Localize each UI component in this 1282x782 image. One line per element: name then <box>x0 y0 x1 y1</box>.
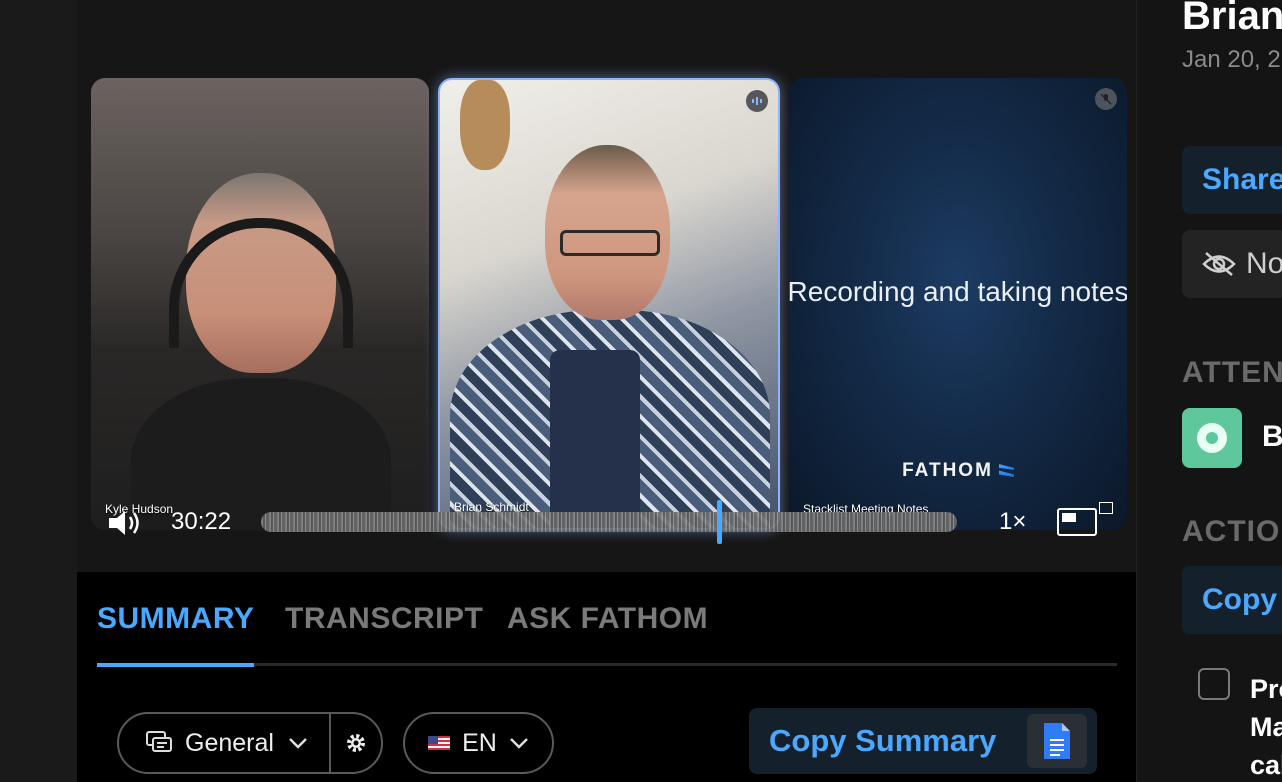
tab-ask-fathom[interactable]: ASK FATHOM <box>507 602 708 636</box>
chevron-down-icon <box>289 738 307 749</box>
guitar-decoration <box>460 80 510 170</box>
picture-in-picture-icon[interactable] <box>1057 508 1097 536</box>
avatar-icon <box>1197 423 1227 453</box>
copy-summary-label: Copy Summary <box>769 723 997 758</box>
tab-transcript[interactable]: TRANSCRIPT <box>285 602 483 636</box>
template-selector: General <box>117 712 383 774</box>
google-docs-icon[interactable] <box>1027 714 1087 768</box>
playback-controls: 30:22 1× <box>91 500 1131 544</box>
language-selector[interactable]: EN <box>403 712 554 774</box>
attendees-heading: ATTEN <box>1182 356 1282 389</box>
tab-bar: SUMMARY TRANSCRIPT ASK FATHOM <box>97 602 1117 667</box>
meeting-date: Jan 20, 2 <box>1182 46 1281 73</box>
eye-off-icon <box>1202 252 1236 276</box>
fathom-mark-icon <box>998 464 1014 477</box>
language-label: EN <box>462 728 497 757</box>
template-dropdown[interactable]: General <box>119 714 332 772</box>
recording-overlay-text: Recording and taking notes <box>789 276 1127 307</box>
copy-summary-button[interactable]: Copy Summary <box>749 708 1097 774</box>
meeting-title: Brian <box>1182 0 1282 38</box>
left-gutter <box>0 0 77 782</box>
volume-icon[interactable] <box>107 508 147 538</box>
participant-tile-kyle: Kyle Hudson <box>91 78 429 530</box>
visibility-button[interactable]: No <box>1182 230 1282 298</box>
meeting-content-panel: SUMMARY TRANSCRIPT ASK FATHOM General EN… <box>77 572 1136 782</box>
expand-icon[interactable] <box>1099 502 1113 514</box>
speaking-indicator-icon <box>746 90 768 112</box>
action-items-heading: ACTIO <box>1182 515 1281 548</box>
share-button[interactable]: Share <box>1182 146 1282 214</box>
playhead-handle[interactable] <box>716 500 722 544</box>
action-item-text: Pro Ma cal <box>1250 670 1282 782</box>
participant-tile-brian: Brian Schmidt <box>438 78 780 530</box>
visibility-label: No <box>1246 247 1282 280</box>
tab-summary[interactable]: SUMMARY <box>97 602 254 636</box>
meeting-sidebar: Brian Jan 20, 2 Share No ATTEN B ACTIO C… <box>1136 0 1282 782</box>
mic-muted-icon <box>1095 88 1117 110</box>
playback-time: 30:22 <box>171 508 232 535</box>
template-label: General <box>185 728 274 757</box>
copy-action-items-button[interactable]: Copy <box>1182 566 1282 634</box>
chevron-down-icon <box>509 738 528 749</box>
action-item-line: Pro <box>1250 674 1282 704</box>
chat-template-icon <box>146 731 172 752</box>
playback-speed-button[interactable]: 1× <box>999 508 1026 536</box>
action-item-line: Ma <box>1250 712 1282 742</box>
active-tab-indicator <box>97 663 254 667</box>
attendee-name: B <box>1262 420 1282 453</box>
fathom-logo-text: FATHOM <box>902 460 993 481</box>
progress-scrubber[interactable] <box>261 512 957 532</box>
gear-icon[interactable] <box>331 714 381 772</box>
attendee-avatar <box>1182 408 1242 468</box>
action-item-checkbox[interactable] <box>1198 668 1230 700</box>
glasses <box>560 230 660 256</box>
fathom-logo: FATHOM <box>789 460 1127 482</box>
participant-tile-notetaker: Recording and taking notes FATHOM Stackl… <box>789 78 1127 530</box>
action-item-line: cal <box>1250 750 1282 780</box>
us-flag-icon <box>428 736 451 750</box>
